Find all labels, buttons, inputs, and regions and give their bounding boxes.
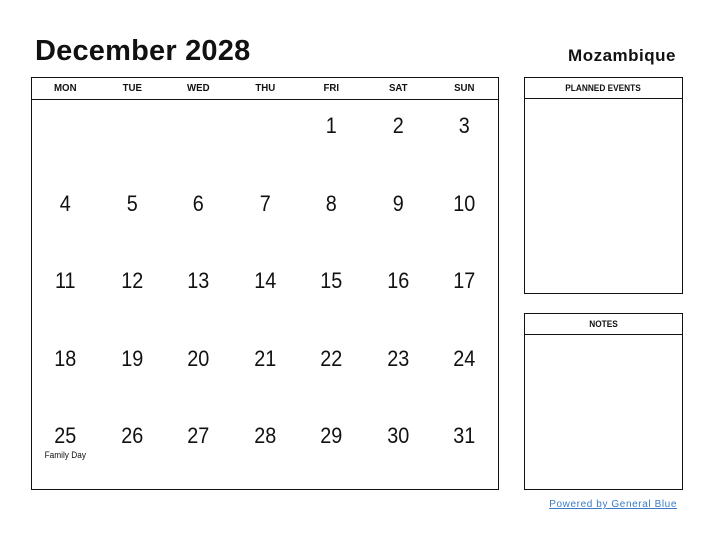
day-number: 7 xyxy=(259,190,271,216)
day-number: 25 xyxy=(54,423,77,449)
day-cell xyxy=(165,100,232,178)
day-cell: 29 xyxy=(298,410,365,488)
day-cell: 25 Family Day xyxy=(32,410,99,488)
day-number: 31 xyxy=(453,423,476,449)
day-number: 30 xyxy=(387,423,410,449)
day-cell: 14 xyxy=(232,255,299,333)
day-number: 9 xyxy=(392,190,404,216)
day-number: 2 xyxy=(392,113,404,138)
day-cell: 21 xyxy=(232,333,299,411)
day-number: 15 xyxy=(320,268,343,294)
day-number: 13 xyxy=(187,268,210,294)
country-label: Mozambique xyxy=(568,46,676,65)
day-cell: 3 xyxy=(431,100,498,178)
day-number: 18 xyxy=(54,345,77,371)
day-cell: 22 xyxy=(298,333,365,411)
day-cell: 27 xyxy=(165,410,232,488)
day-cell: 30 xyxy=(365,410,432,488)
weekday-header-row: MON TUE WED THU FRI SAT SUN xyxy=(32,78,498,100)
day-number: 22 xyxy=(320,345,343,371)
day-cell xyxy=(99,100,166,178)
day-number: 6 xyxy=(192,190,204,216)
powered-by-link[interactable]: Powered by General Blue xyxy=(549,498,677,511)
weekday-tue: TUE xyxy=(122,82,142,94)
day-number: 14 xyxy=(253,268,277,294)
day-number: 8 xyxy=(326,190,338,216)
holiday-label: Family Day xyxy=(44,450,86,461)
day-number: 24 xyxy=(453,345,476,371)
day-cell: 10 xyxy=(431,178,498,256)
weekday-sat: SAT xyxy=(388,82,408,94)
day-cell: 2 xyxy=(365,100,432,178)
day-number: 5 xyxy=(126,190,138,216)
day-cell: 26 xyxy=(99,410,166,488)
day-cell: 15 xyxy=(298,255,365,333)
day-cell: 9 xyxy=(365,178,432,256)
weekday-thu: THU xyxy=(255,82,275,94)
day-cell: 4 xyxy=(32,178,99,256)
day-number: 21 xyxy=(253,345,277,371)
day-number: 27 xyxy=(187,423,210,449)
day-cell: 28 xyxy=(232,410,299,488)
day-cell: 5 xyxy=(99,178,166,256)
day-cell: 18 xyxy=(32,333,99,411)
day-number: 23 xyxy=(387,345,410,371)
day-cell: 31 xyxy=(431,410,498,488)
day-cell: 7 xyxy=(232,178,299,256)
day-cell xyxy=(232,100,299,178)
day-cell: 11 xyxy=(32,255,99,333)
weekday-sun: SUN xyxy=(454,82,475,94)
weekday-wed: WED xyxy=(187,82,210,94)
day-number xyxy=(168,100,228,113)
planned-events-title: PLANNED EVENTS xyxy=(525,78,682,99)
calendar-body: 1 2 3 4 5 6 7 8 9 10 11 12 13 14 15 16 17 18 19 20 21 22 23 24 2… xyxy=(32,100,498,488)
day-cell: 23 xyxy=(365,333,432,411)
day-number: 10 xyxy=(453,190,476,216)
day-number: 4 xyxy=(59,190,71,216)
day-cell: 13 xyxy=(165,255,232,333)
day-number: 19 xyxy=(120,345,143,371)
day-number: 29 xyxy=(320,423,343,449)
day-cell: 6 xyxy=(165,178,232,256)
day-number: 17 xyxy=(453,268,476,294)
day-number xyxy=(235,100,295,113)
day-cell: 17 xyxy=(431,255,498,333)
day-cell xyxy=(32,100,99,178)
calendar-grid: MON TUE WED THU FRI SAT SUN 1 2 3 4 5 6 7 8 9 10 1… xyxy=(31,77,499,490)
day-cell: 8 xyxy=(298,178,365,256)
planned-events-box: PLANNED EVENTS xyxy=(524,77,683,294)
day-number: 20 xyxy=(187,345,210,371)
day-number: 26 xyxy=(120,423,143,449)
day-number: 12 xyxy=(120,268,143,294)
day-cell: 16 xyxy=(365,255,432,333)
day-cell: 24 xyxy=(431,333,498,411)
day-number xyxy=(35,100,95,113)
notes-title: NOTES xyxy=(525,314,682,335)
day-number: 28 xyxy=(253,423,277,449)
calendar-title: December 2028 xyxy=(35,35,251,67)
notes-box: NOTES xyxy=(524,313,683,490)
day-number: 1 xyxy=(326,113,338,138)
day-number: 11 xyxy=(55,268,76,294)
planned-events-title-text: PLANNED EVENTS xyxy=(565,83,642,93)
day-cell: 19 xyxy=(99,333,166,411)
day-number xyxy=(102,100,162,113)
weekday-mon: MON xyxy=(54,82,77,94)
day-number: 3 xyxy=(459,113,471,138)
day-number: 16 xyxy=(387,268,410,294)
day-cell: 12 xyxy=(99,255,166,333)
day-cell: 1 xyxy=(298,100,365,178)
day-cell: 20 xyxy=(165,333,232,411)
weekday-fri: FRI xyxy=(323,82,340,94)
notes-title-text: NOTES xyxy=(589,319,618,329)
